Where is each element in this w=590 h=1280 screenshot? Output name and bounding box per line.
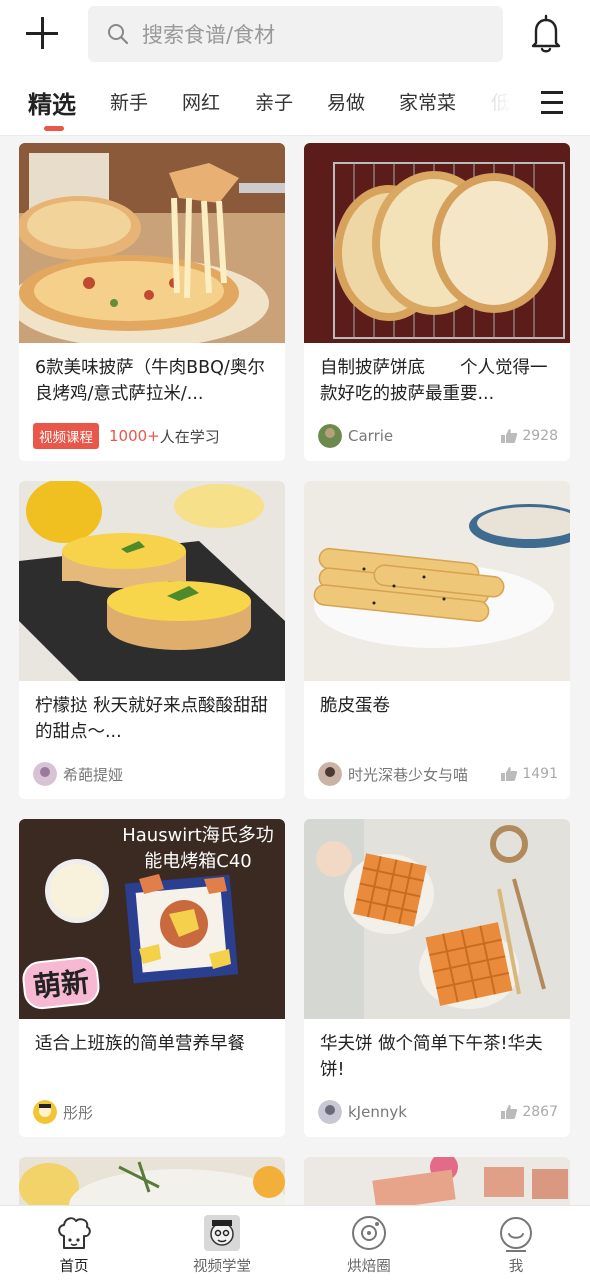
search-icon	[108, 24, 129, 45]
avatar[interactable]	[318, 424, 342, 448]
thumbs-up-icon	[501, 1105, 518, 1119]
recipe-image-lemon-tart	[19, 481, 285, 681]
author-name[interactable]: Carrie	[348, 427, 393, 445]
learners-text: 人在学习	[159, 427, 220, 446]
recipe-card[interactable]: 华夫饼 做个简单下午茶!华夫饼! kJennyk 2867	[304, 819, 570, 1137]
recipe-card[interactable]	[304, 1157, 570, 1205]
chef-hat-icon	[58, 1217, 91, 1249]
tab-fade-overlay	[470, 72, 530, 134]
recipe-meta: 视频课程 1000+ 人在学习	[33, 423, 273, 449]
likes-count[interactable]: 2867	[500, 1099, 558, 1125]
recipe-card[interactable]: 柠檬挞 秋天就好来点酸酸甜甜的甜点～... 希葩提娅	[19, 481, 285, 799]
learners-count: 1000+	[109, 427, 160, 445]
recipe-meta: Carrie 2928	[318, 423, 558, 449]
recipe-title: 自制披萨饼底 个人觉得一款好吃的披萨最重要...	[320, 358, 548, 404]
nav-home[interactable]: 首页	[24, 1206, 124, 1280]
recipe-card[interactable]: Hauswirt海氏多功 能电烤箱C40 萌新 适合上班族的简单营养早餐 彤彤	[19, 819, 285, 1137]
recipe-image-pizza	[19, 143, 285, 343]
recipe-meta: kJennyk 2867	[318, 1099, 558, 1125]
nav-video-school[interactable]: 视频学堂	[172, 1206, 272, 1280]
nav-label: 烘焙圈	[347, 1259, 391, 1275]
add-icon[interactable]	[26, 16, 62, 52]
search-placeholder: 搜索食谱/食材	[142, 23, 276, 47]
recipe-image-waffles	[304, 819, 570, 1019]
recipe-title: 6款美味披萨（牛肉BBQ/奥尔良烤鸡/意式萨拉米/...	[35, 358, 265, 404]
author-name[interactable]: kJennyk	[348, 1103, 407, 1121]
avatar[interactable]	[318, 762, 342, 786]
recipe-card[interactable]: 自制披萨饼底 个人觉得一款好吃的披萨最重要... Carrie 2928	[304, 143, 570, 461]
recipe-meta: 彤彤	[33, 1099, 273, 1125]
recipe-title: 适合上班族的简单营养早餐	[35, 1034, 245, 1054]
recipe-image-egg-rolls	[304, 481, 570, 681]
recipe-card[interactable]	[19, 1157, 285, 1205]
top-bar: 搜索食谱/食材	[0, 0, 590, 72]
nav-baking-circle[interactable]: 烘焙圈	[319, 1206, 419, 1280]
nav-label: 首页	[59, 1259, 89, 1275]
recipe-image-breakfast: Hauswirt海氏多功 能电烤箱C40 萌新	[19, 819, 285, 1019]
thumbs-up-icon	[501, 429, 518, 443]
tab-family[interactable]: 亲子	[255, 88, 293, 115]
avatar[interactable]	[33, 1100, 57, 1124]
recipe-card[interactable]: 脆皮蛋卷 时光深巷少女与喵 1491	[304, 481, 570, 799]
likes-count[interactable]: 1491	[500, 761, 558, 787]
author-name[interactable]: 希葩提娅	[63, 764, 123, 785]
video-course-badge: 视频课程	[33, 423, 99, 449]
image-overlay-text: Hauswirt海氏多功 能电烤箱C40	[122, 825, 274, 872]
recipe-title: 脆皮蛋卷	[320, 696, 390, 716]
baking-circle-icon	[352, 1216, 386, 1250]
tab-easy[interactable]: 易做	[327, 88, 365, 115]
tab-active-indicator	[44, 126, 64, 131]
likes-value: 2867	[522, 1104, 558, 1120]
author-name[interactable]: 时光深巷少女与喵	[348, 764, 468, 785]
likes-count[interactable]: 2928	[500, 423, 558, 449]
recipe-meta: 希葩提娅	[33, 761, 273, 787]
nav-label: 视频学堂	[193, 1259, 251, 1275]
tab-selected[interactable]: 精选	[28, 85, 76, 120]
recipe-card[interactable]: 6款美味披萨（牛肉BBQ/奥尔良烤鸡/意式萨拉米/... 视频课程 1000+ …	[19, 143, 285, 461]
likes-value: 2928	[522, 428, 558, 444]
tab-beginner[interactable]: 新手	[110, 88, 148, 115]
recipe-meta: 时光深巷少女与喵 1491	[318, 761, 558, 787]
avatar[interactable]	[318, 1100, 342, 1124]
author-name[interactable]: 彤彤	[63, 1102, 93, 1123]
search-bar[interactable]: 搜索食谱/食材	[88, 6, 503, 62]
bell-icon[interactable]	[528, 14, 564, 54]
profile-icon	[500, 1217, 532, 1252]
bottom-navigation: 首页 视频学堂 烘焙圈 我	[0, 1205, 590, 1280]
recipe-title: 柠檬挞 秋天就好来点酸酸甜甜的甜点～...	[35, 696, 269, 742]
recipe-image-partial	[19, 1157, 285, 1205]
tab-trending[interactable]: 网红	[182, 88, 220, 115]
menu-icon[interactable]	[541, 91, 563, 115]
nav-label: 我	[508, 1259, 524, 1275]
likes-value: 1491	[522, 766, 558, 782]
thumbs-up-icon	[501, 767, 518, 781]
video-school-icon	[204, 1215, 240, 1251]
recipe-title: 华夫饼 做个简单下午茶!华夫饼!	[320, 1034, 543, 1080]
category-tabs: 精选 新手 网红 亲子 易做 家常菜 低	[0, 72, 590, 136]
recipe-image-pizza-base	[304, 143, 570, 343]
recipe-image-partial	[304, 1157, 570, 1205]
newbie-sticker: 萌新	[20, 955, 102, 1011]
avatar[interactable]	[33, 762, 57, 786]
tab-home-cooking[interactable]: 家常菜	[399, 88, 456, 115]
nav-profile[interactable]: 我	[466, 1206, 566, 1280]
